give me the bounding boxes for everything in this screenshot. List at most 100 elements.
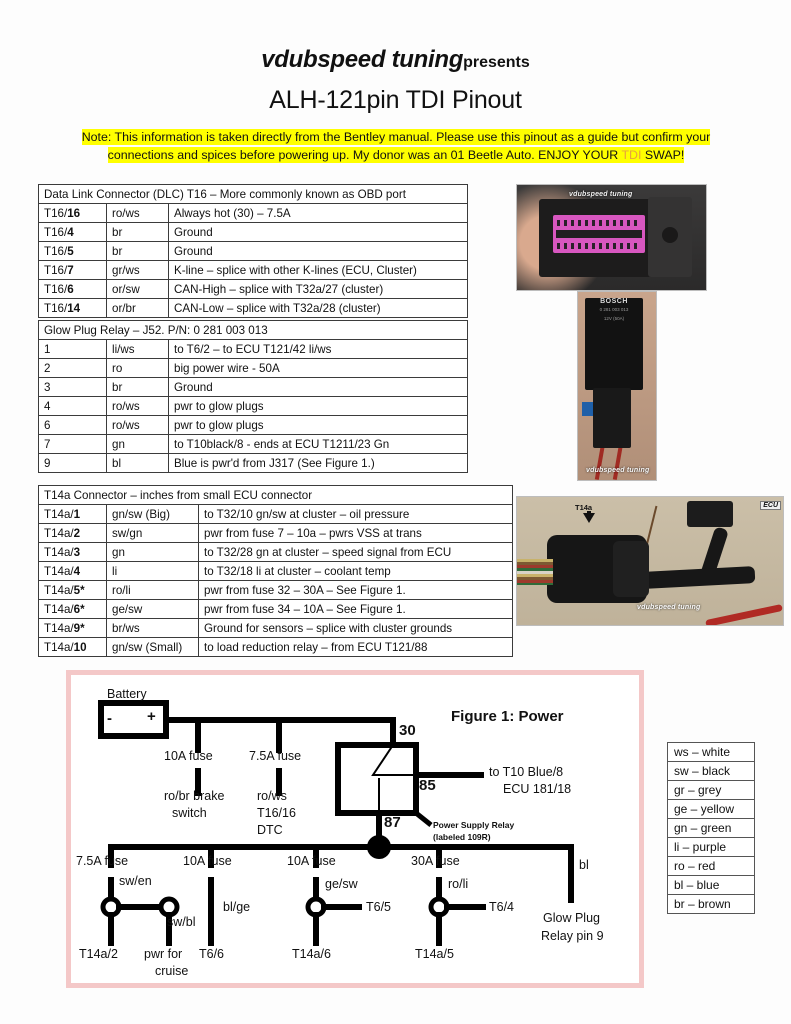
relay-part-number: 0 281 003 013 xyxy=(599,307,629,312)
figure-title: Figure 1: Power xyxy=(451,708,564,725)
obd-pins-top xyxy=(557,220,641,226)
relay-spec: 12V (50A) xyxy=(603,316,625,321)
branch-pin-label-2: Relay pin 9 xyxy=(541,929,604,943)
figure-1-power-diagram: Figure 1: Power Battery - + 10A fuse ro/… xyxy=(66,670,644,988)
desc-cell: pwr to glow plugs xyxy=(168,415,468,435)
pin-cell: 7 xyxy=(38,434,107,454)
list-item: gn – green xyxy=(667,818,755,838)
table-row: 3 br Ground xyxy=(38,377,468,397)
obd-connector-photo: vdubspeed tuning xyxy=(516,184,707,291)
relay-connector xyxy=(593,388,631,448)
branch-pin-label: T14a/6 xyxy=(292,947,331,961)
table-header-row: Glow Plug Relay – J52. P/N: 0 281 003 01… xyxy=(38,320,468,340)
photo-watermark: vdubspeed tuning xyxy=(569,191,633,198)
pin-cell: T14a/1 xyxy=(38,504,107,524)
pin-cell: T16/7 xyxy=(38,260,107,280)
desc-cell: Ground xyxy=(168,241,468,261)
branch-side-label: T6/5 xyxy=(366,900,392,914)
list-item: sw – black xyxy=(667,761,755,781)
battery-positive-label: + xyxy=(147,708,156,725)
table-row: T16/16 ro/ws Always hot (30) – 7.5A xyxy=(38,203,468,223)
list-item: ro – red xyxy=(667,856,755,876)
brake-wire-label: ro/br brake xyxy=(164,789,225,803)
table-row: 6 ro/ws pwr to glow plugs xyxy=(38,415,468,435)
table-row: T14a/9* br/ws Ground for sensors – splice … xyxy=(38,618,513,638)
obd-bracket xyxy=(648,197,692,277)
branch-wire-label: sw/en xyxy=(119,874,152,888)
branch-pin-label: T6/6 xyxy=(199,947,225,961)
relay-pin-85-label: 85 xyxy=(419,777,436,794)
desc-cell: to load reduction relay – from ECU T121/… xyxy=(198,637,513,657)
pin-cell: T16/14 xyxy=(38,298,107,318)
t14a-plug-collar xyxy=(613,541,649,597)
color-cell: br/ws xyxy=(106,618,199,638)
table-header-row: T14a Connector – inches from small ECU c… xyxy=(38,485,513,505)
note-text-part2: SWAP! xyxy=(641,147,685,162)
branch-wire-label: sw/bl xyxy=(167,915,196,929)
relay-caption-line2: (labeled 109R) xyxy=(433,832,491,842)
color-cell: bl xyxy=(106,453,169,473)
branch-fuse-label: 7.5A fuse xyxy=(76,854,129,868)
pin-cell: T16/4 xyxy=(38,222,107,242)
desc-cell: CAN-High – splice with T32a/27 (cluster) xyxy=(168,279,468,299)
relay-output-line1: to T10 Blue/8 xyxy=(489,765,564,779)
pin-cell: 3 xyxy=(38,377,107,397)
color-cell: ro/ws xyxy=(106,415,169,435)
table-row: 9 bl Blue is pwr'd from J317 (See Figure 1… xyxy=(38,453,468,473)
desc-cell: pwr from fuse 7 – 10a – pwrs VSS at tran… xyxy=(198,523,513,543)
legend-entry: sw – black xyxy=(667,761,755,781)
photo-watermark: vdubspeed tuning xyxy=(586,467,650,474)
desc-cell: pwr from fuse 34 – 10A – See Figure 1. xyxy=(198,599,513,619)
branch-fuse-label: 10A fuse xyxy=(183,854,232,868)
table-row: T14a/10 gn/sw (Small) to load reduction re… xyxy=(38,637,513,657)
power-supply-relay-symbol xyxy=(335,742,419,816)
note-text: Note: This information is taken directly… xyxy=(81,129,711,163)
document-page: vdubspeed tuningpresents ALH-121pin TDI … xyxy=(0,0,791,1024)
table-row: T14a/4 li to T32/18 li at cluster – coolan… xyxy=(38,561,513,581)
color-cell: gn/sw (Small) xyxy=(106,637,199,657)
color-cell: li xyxy=(106,561,199,581)
pin-cell: T16/16 xyxy=(38,203,107,223)
glow-table-body: Glow Plug Relay – J52. P/N: 0 281 003 01… xyxy=(38,320,468,473)
list-item: li – purple xyxy=(667,837,755,857)
table-row: 2 ro big power wire - 50A xyxy=(38,358,468,378)
list-item: bl – blue xyxy=(667,875,755,895)
table-row: 7 gn to T10black/8 - ends at ECU T1211/23 … xyxy=(38,434,468,454)
fuse-10a-brake-label: 10A fuse xyxy=(164,749,213,763)
color-cell: ro xyxy=(106,358,169,378)
glow-plug-relay-photo: BOSCH 0 281 003 013 12V (50A) vdubspeed … xyxy=(577,291,657,481)
table-row: 4 ro/ws pwr to glow plugs xyxy=(38,396,468,416)
desc-cell: pwr to glow plugs xyxy=(168,396,468,416)
branch-fuse-label: 10A fuse xyxy=(287,854,336,868)
pin-cell: 2 xyxy=(38,358,107,378)
t14a-ecu-body xyxy=(687,501,733,527)
table-row: T16/4 br Ground xyxy=(38,222,468,242)
pin-cell: T14a/9* xyxy=(38,618,107,638)
desc-cell: K-line – splice with other K-lines (ECU,… xyxy=(168,260,468,280)
legend-body: ws – white sw – black gr – grey ge – yel… xyxy=(667,742,755,914)
desc-cell: Ground xyxy=(168,222,468,242)
legend-entry: ge – yellow xyxy=(667,799,755,819)
legend-entry: ro – red xyxy=(667,856,755,876)
branch-wire-label: ro/li xyxy=(448,877,469,891)
pin-cell: 6 xyxy=(38,415,107,435)
branch-pin-label-2: cruise xyxy=(155,964,189,978)
page-header: vdubspeed tuningpresents ALH-121pin TDI … xyxy=(0,46,791,115)
desc-cell: pwr from fuse 32 – 30A – See Figure 1. xyxy=(198,580,513,600)
t14a-harness-loom xyxy=(642,566,756,589)
branch-wire-label: ge/sw xyxy=(325,877,358,891)
t14a-table-body: T14a Connector – inches from small ECU c… xyxy=(38,485,513,657)
desc-cell: Ground for sensors – splice with cluster… xyxy=(198,618,513,638)
legend-entry: li – purple xyxy=(667,837,755,857)
table-row: T16/14 or/br CAN-Low – splice with T32a/28… xyxy=(38,298,468,318)
pin-cell: T16/5 xyxy=(38,241,107,261)
color-cell: br xyxy=(106,377,169,397)
color-cell: gn xyxy=(106,434,169,454)
color-cell: gn/sw (Big) xyxy=(106,504,199,524)
t14a-table-header: T14a Connector – inches from small ECU c… xyxy=(38,485,513,505)
obd-slot xyxy=(556,230,642,238)
table-row: T14a/5* ro/li pwr from fuse 32 – 30A – See… xyxy=(38,580,513,600)
wire-color-legend: ws – white sw – black gr – grey ge – yel… xyxy=(667,742,755,914)
obd-pins-bottom xyxy=(557,243,641,249)
list-item: ge – yellow xyxy=(667,799,755,819)
